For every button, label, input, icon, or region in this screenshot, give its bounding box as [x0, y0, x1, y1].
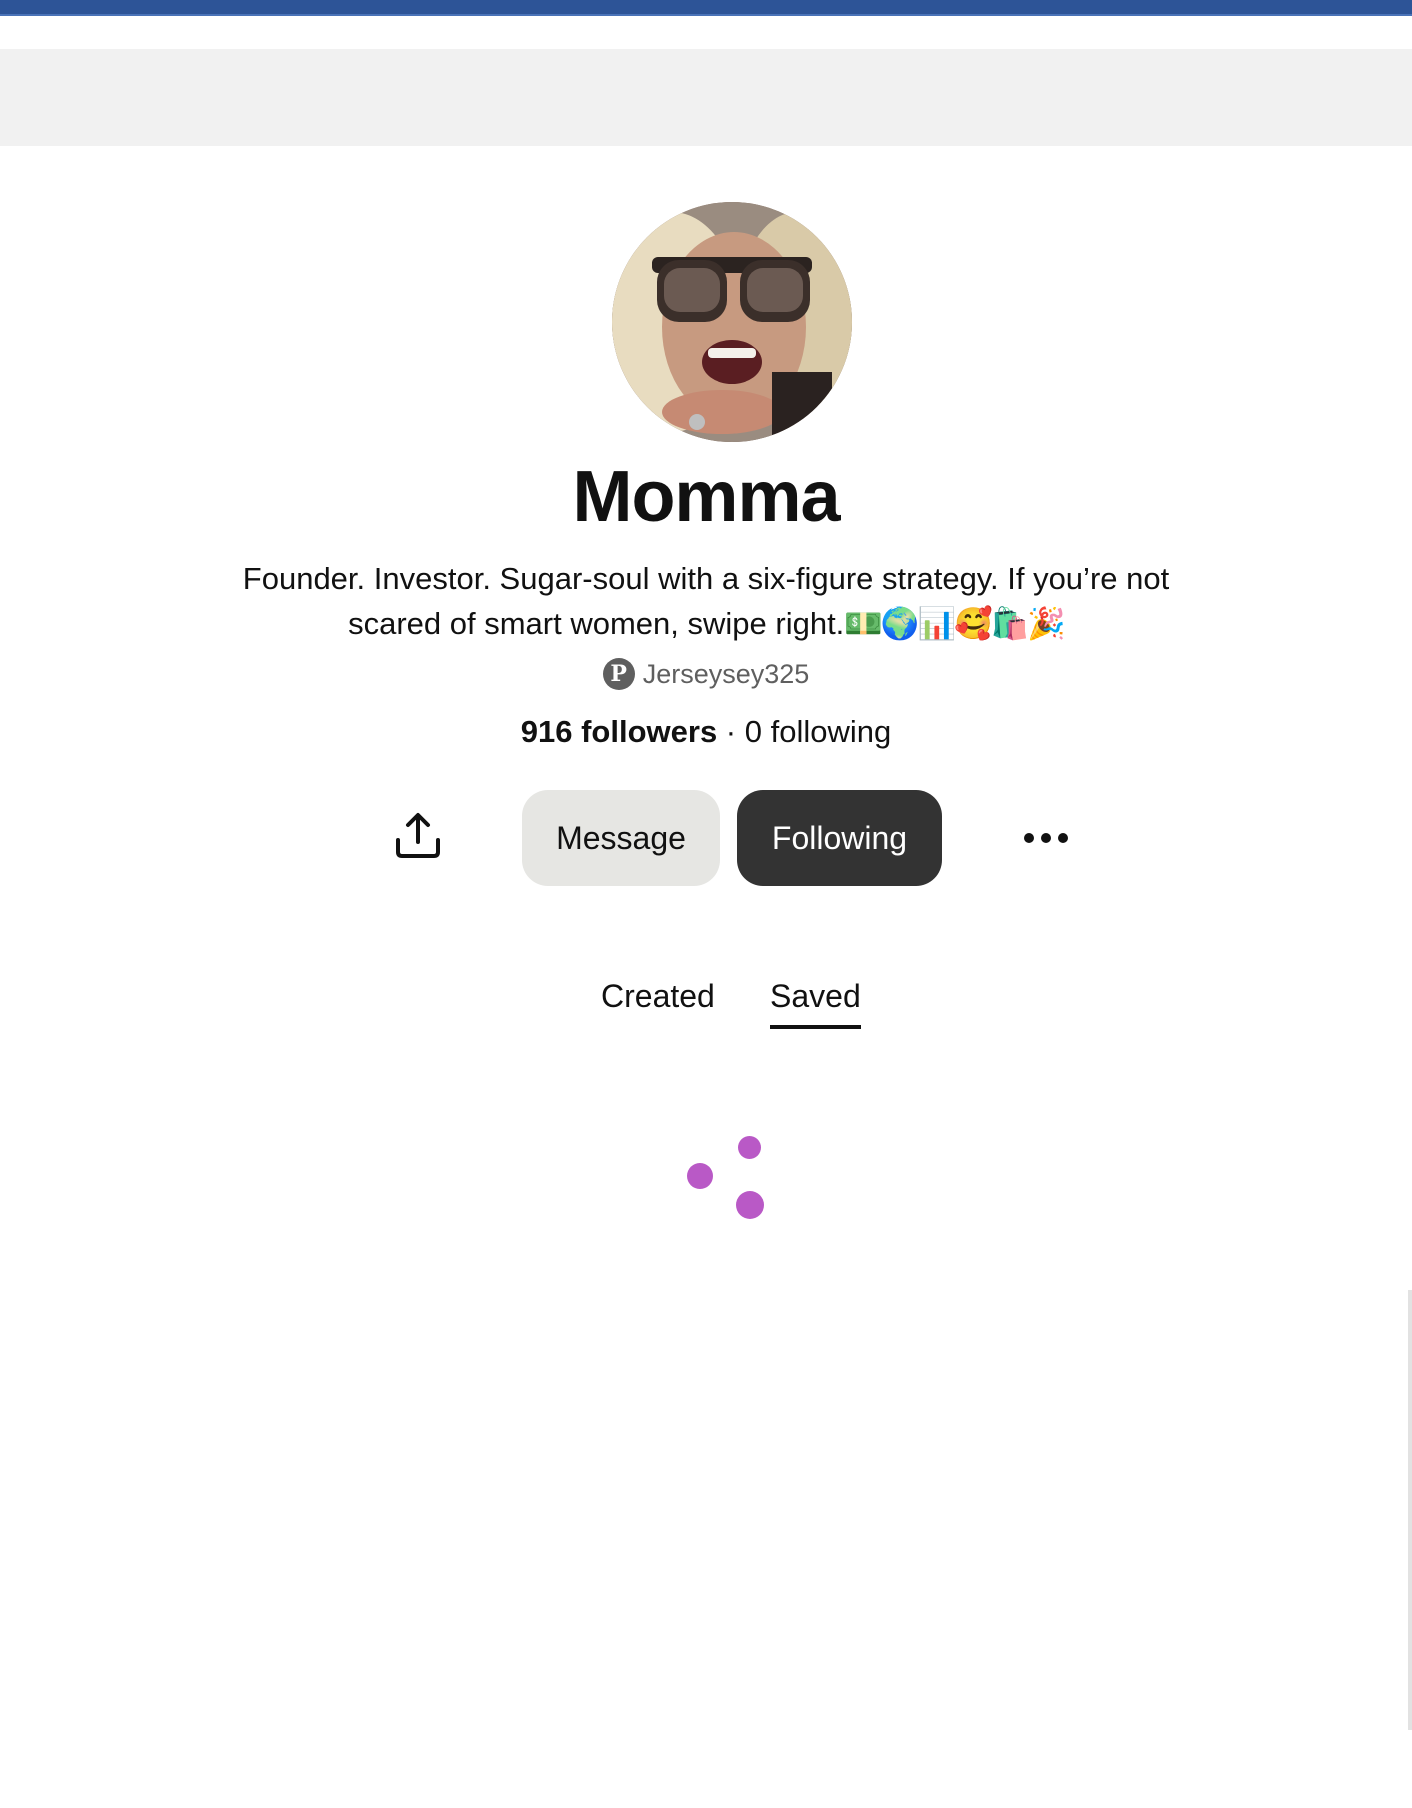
avatar-image: [612, 202, 852, 442]
more-icon: [1041, 833, 1051, 843]
profile-bio: Founder. Investor. Sugar-soul with a six…: [240, 556, 1172, 646]
spinner-dot: [738, 1136, 761, 1159]
follow-stats: 916 followers · 0 following: [0, 714, 1412, 750]
username-row: P Jerseysey325: [0, 658, 1412, 690]
share-button[interactable]: [382, 800, 454, 872]
spinner-dot: [736, 1191, 764, 1219]
tab-created[interactable]: Created: [601, 978, 715, 1025]
more-icon: [1024, 833, 1034, 843]
following-button[interactable]: Following: [737, 790, 942, 886]
profile-name: Momma: [572, 457, 840, 537]
browser-top-bar: [0, 0, 1412, 16]
following-count[interactable]: 0 following: [745, 714, 891, 749]
followers-count[interactable]: 916 followers: [521, 714, 717, 749]
username[interactable]: Jerseysey325: [643, 659, 810, 690]
spinner-dot: [687, 1163, 713, 1189]
header-band: [0, 49, 1412, 146]
share-icon: [396, 813, 440, 858]
profile-actions: Message Following: [0, 790, 1412, 888]
pinterest-icon: P: [602, 658, 635, 690]
avatar[interactable]: [612, 202, 852, 442]
message-button[interactable]: Message: [522, 790, 720, 886]
loading-spinner: [680, 1136, 770, 1226]
stats-separator: ·: [717, 714, 745, 749]
tab-saved[interactable]: Saved: [770, 978, 861, 1029]
bio-emojis: 💵🌍📊🥰🛍️🎉: [844, 606, 1066, 641]
more-icon: [1058, 833, 1068, 843]
more-options-button[interactable]: [1010, 802, 1082, 874]
scrollbar-track[interactable]: [1408, 1290, 1412, 1730]
profile-tabs: Created Saved: [0, 978, 1412, 1038]
